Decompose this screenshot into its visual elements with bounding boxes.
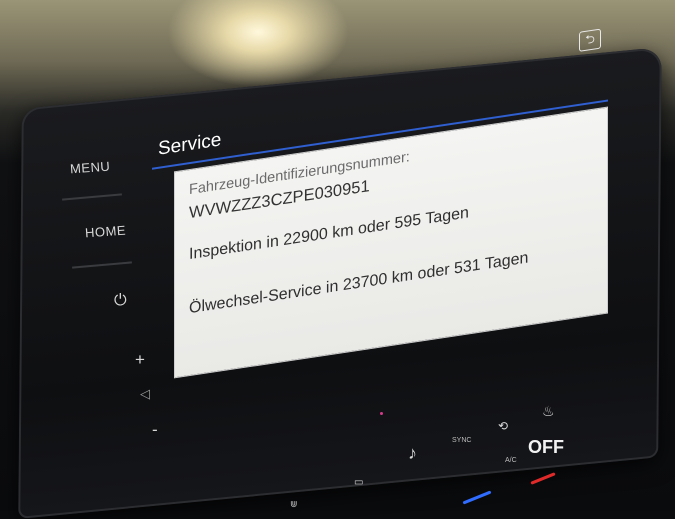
temperature-bar-cold bbox=[462, 490, 492, 505]
windshield-defrost-icon[interactable]: ⋓ bbox=[290, 499, 298, 510]
seat-heat-icon[interactable]: ♪ bbox=[408, 443, 417, 464]
climate-off-button[interactable]: OFF bbox=[528, 437, 564, 458]
volume-icon: ◁ bbox=[140, 386, 151, 401]
sync-button[interactable]: SYNC bbox=[452, 437, 471, 444]
power-icon[interactable]: ⏻ bbox=[114, 292, 127, 310]
volume-down-button[interactable]: - bbox=[152, 420, 158, 440]
menu-button[interactable]: MENU bbox=[70, 159, 111, 177]
rear-defrost-icon[interactable]: ▭ bbox=[354, 477, 363, 488]
volume-up-button[interactable]: + bbox=[135, 350, 145, 370]
climate-control-strip: ♨ ⟲ SYNC ♪ A/C OFF ▭ ⋓ bbox=[230, 395, 660, 511]
page-title: Service bbox=[158, 129, 222, 160]
indicator-led bbox=[380, 412, 383, 415]
temperature-bar-hot bbox=[530, 472, 556, 485]
back-arrow-icon[interactable]: ⮌ bbox=[579, 28, 601, 52]
steering-heat-icon[interactable]: ♨ bbox=[542, 403, 555, 420]
recirculation-icon[interactable]: ⟲ bbox=[498, 419, 508, 433]
oil-service-info: Ölwechsel-Service in 23700 km oder 531 T… bbox=[189, 249, 529, 318]
home-button[interactable]: HOME bbox=[85, 223, 127, 241]
ac-button[interactable]: A/C bbox=[505, 457, 517, 464]
